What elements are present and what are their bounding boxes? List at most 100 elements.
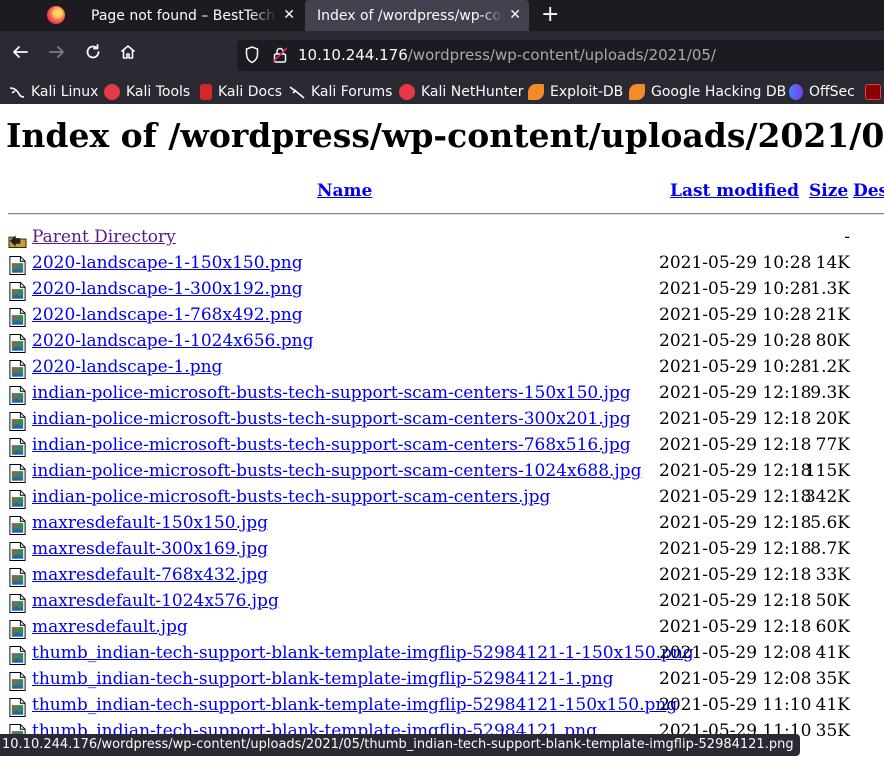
firefox-icon[interactable] — [47, 6, 65, 24]
file-row: thumb_indian-tech-support-blank-template… — [0, 641, 884, 667]
file-modified-date: 2021-05-29 12:08 — [659, 643, 812, 663]
bookmark-label: Kali Linux — [31, 84, 99, 100]
bookmark-offsec[interactable]: OffSec — [789, 82, 855, 102]
parent-directory-link[interactable]: Parent Directory — [32, 227, 176, 247]
new-tab-button[interactable]: + — [541, 2, 559, 28]
file-size: 20K — [815, 409, 850, 429]
url-bar[interactable]: 10.10.244.176/wordpress/wp-content/uploa… — [237, 40, 884, 71]
url-text[interactable]: 10.10.244.176/wordpress/wp-content/uploa… — [298, 46, 716, 64]
bookmark-exploit-db[interactable]: Exploit-DB — [528, 82, 623, 102]
file-size: 77K — [815, 435, 850, 455]
file-row: thumb_indian-tech-support-blank-template… — [0, 693, 884, 719]
file-link[interactable]: indian-police-microsoft-busts-tech-suppo… — [32, 409, 631, 429]
file-link[interactable]: indian-police-microsoft-busts-tech-suppo… — [32, 487, 550, 507]
image-file-icon — [9, 308, 26, 327]
file-link[interactable]: thumb_indian-tech-support-blank-template… — [32, 643, 694, 663]
bookmark-kali-linux[interactable]: Kali Linux — [9, 82, 98, 102]
bookmark-label: Google Hacking DB — [651, 84, 787, 100]
file-size: 80K — [815, 331, 850, 351]
image-file-icon — [9, 594, 26, 613]
sort-by-size-link[interactable]: Size — [809, 181, 848, 201]
tab-title: Page not found – BestTech Tech — [91, 7, 277, 24]
file-listing: Parent Directory - 2020-landscape-1-150x… — [0, 225, 884, 745]
file-link[interactable]: indian-police-microsoft-busts-tech-suppo… — [32, 435, 631, 455]
file-link[interactable]: maxresdefault-150x150.jpg — [32, 513, 268, 533]
file-link[interactable]: thumb_indian-tech-support-blank-template… — [32, 669, 614, 689]
tab-index-of-uploads[interactable]: Index of /wordpress/wp-content/uploads ✕ — [305, 0, 529, 31]
home-icon — [120, 45, 136, 59]
file-row: 2020-landscape-1-300x192.png 2021-05-29 1… — [0, 277, 884, 303]
file-row: maxresdefault-768x432.jpg 2021-05-29 12:1… — [0, 563, 884, 589]
file-modified-date: 2021-05-29 11:10 — [659, 695, 812, 715]
file-link[interactable]: thumb_indian-tech-support-blank-template… — [32, 695, 677, 715]
bookmark-kali-tools[interactable]: Kali Tools — [104, 82, 190, 102]
file-size: 41K — [815, 695, 850, 715]
arrow-right-icon — [49, 46, 64, 58]
shield-icon[interactable] — [245, 46, 259, 64]
lock-insecure-icon[interactable] — [273, 47, 287, 63]
file-row: indian-police-microsoft-busts-tech-suppo… — [0, 459, 884, 485]
close-icon[interactable]: ✕ — [509, 7, 521, 23]
ghdb-icon — [629, 84, 645, 100]
close-icon[interactable]: ✕ — [283, 7, 295, 23]
file-size: 14K — [815, 253, 850, 273]
image-file-icon — [9, 360, 26, 379]
bookmark-overflow[interactable] — [865, 82, 884, 102]
file-modified-date: 2021-05-29 10:28 — [659, 357, 812, 377]
bookmark-label: Exploit-DB — [550, 84, 624, 100]
file-link[interactable]: maxresdefault-300x169.jpg — [32, 539, 268, 559]
back-button[interactable] — [9, 43, 31, 67]
bookmark-kali-docs[interactable]: Kali Docs — [200, 82, 282, 102]
file-modified-date: 2021-05-29 12:18 — [659, 617, 812, 637]
bookmark-label: OffSec — [809, 84, 855, 100]
bookmark-label: Kali Docs — [218, 84, 283, 100]
file-size: 50K — [815, 591, 850, 611]
file-link[interactable]: 2020-landscape-1-300x192.png — [32, 279, 303, 299]
image-file-icon — [9, 620, 26, 639]
sort-by-name-link[interactable]: Name — [317, 181, 372, 201]
sort-by-last-modified-link[interactable]: Last modified — [670, 181, 799, 201]
navigation-bar: 10.10.244.176/wordpress/wp-content/uploa… — [0, 31, 884, 79]
image-file-icon — [9, 646, 26, 665]
image-file-icon — [9, 516, 26, 535]
file-link[interactable]: maxresdefault.jpg — [32, 617, 188, 637]
bookmark-kali-forums[interactable]: Kali Forums — [289, 82, 392, 102]
offsec-icon — [789, 84, 803, 100]
forward-button[interactable] — [46, 43, 68, 67]
file-link[interactable]: 2020-landscape-1-768x492.png — [32, 305, 303, 325]
file-row: maxresdefault.jpg 2021-05-29 12:18 60K — [0, 615, 884, 641]
file-row: 2020-landscape-1-768x492.png 2021-05-29 1… — [0, 303, 884, 329]
file-link[interactable]: maxresdefault-1024x576.jpg — [32, 591, 279, 611]
bookmark-label: Kali Forums — [311, 84, 393, 100]
file-modified-date: 2021-05-29 12:18 — [659, 383, 812, 403]
page-content: Index of /wordpress/wp-content/uploads/2… — [0, 104, 884, 760]
file-row: indian-police-microsoft-busts-tech-suppo… — [0, 433, 884, 459]
reload-button[interactable] — [82, 43, 104, 67]
bookmark-label: Kali NetHunter — [421, 84, 524, 100]
tab-page-not-found[interactable]: Page not found – BestTech Tech ✕ — [79, 0, 303, 31]
file-link[interactable]: 2020-landscape-1-1024x656.png — [32, 331, 313, 351]
file-row: maxresdefault-300x169.jpg 2021-05-29 12:1… — [0, 537, 884, 563]
header-divider — [8, 213, 884, 215]
file-link[interactable]: indian-police-microsoft-busts-tech-suppo… — [32, 461, 641, 481]
bookmark-icon — [865, 84, 881, 100]
image-file-icon — [9, 438, 26, 457]
kali-tools-icon — [104, 84, 120, 100]
home-button[interactable] — [117, 43, 139, 67]
sort-by-description-link[interactable]: Des — [853, 181, 884, 201]
file-modified-date: 2021-05-29 12:18 — [659, 461, 812, 481]
file-modified-date: 2021-05-29 12:18 — [659, 487, 812, 507]
bookmark-google-hacking-db[interactable]: Google Hacking DB — [629, 82, 786, 102]
file-row: maxresdefault-150x150.jpg 2021-05-29 12:1… — [0, 511, 884, 537]
file-modified-date: 2021-05-29 10:28 — [659, 279, 812, 299]
back-folder-icon — [8, 235, 27, 248]
image-file-icon — [9, 282, 26, 301]
bookmark-kali-nethunter[interactable]: Kali NetHunter — [399, 82, 523, 102]
file-size: 1.3K — [810, 279, 850, 299]
file-row: 2020-landscape-1.png 2021-05-29 10:28 1.2K — [0, 355, 884, 381]
file-link[interactable]: indian-police-microsoft-busts-tech-suppo… — [32, 383, 631, 403]
file-link[interactable]: 2020-landscape-1.png — [32, 357, 222, 377]
file-link[interactable]: maxresdefault-768x432.jpg — [32, 565, 268, 585]
url-path: /wordpress/wp-content/uploads/2021/05/ — [407, 46, 716, 64]
file-link[interactable]: 2020-landscape-1-150x150.png — [32, 253, 303, 273]
